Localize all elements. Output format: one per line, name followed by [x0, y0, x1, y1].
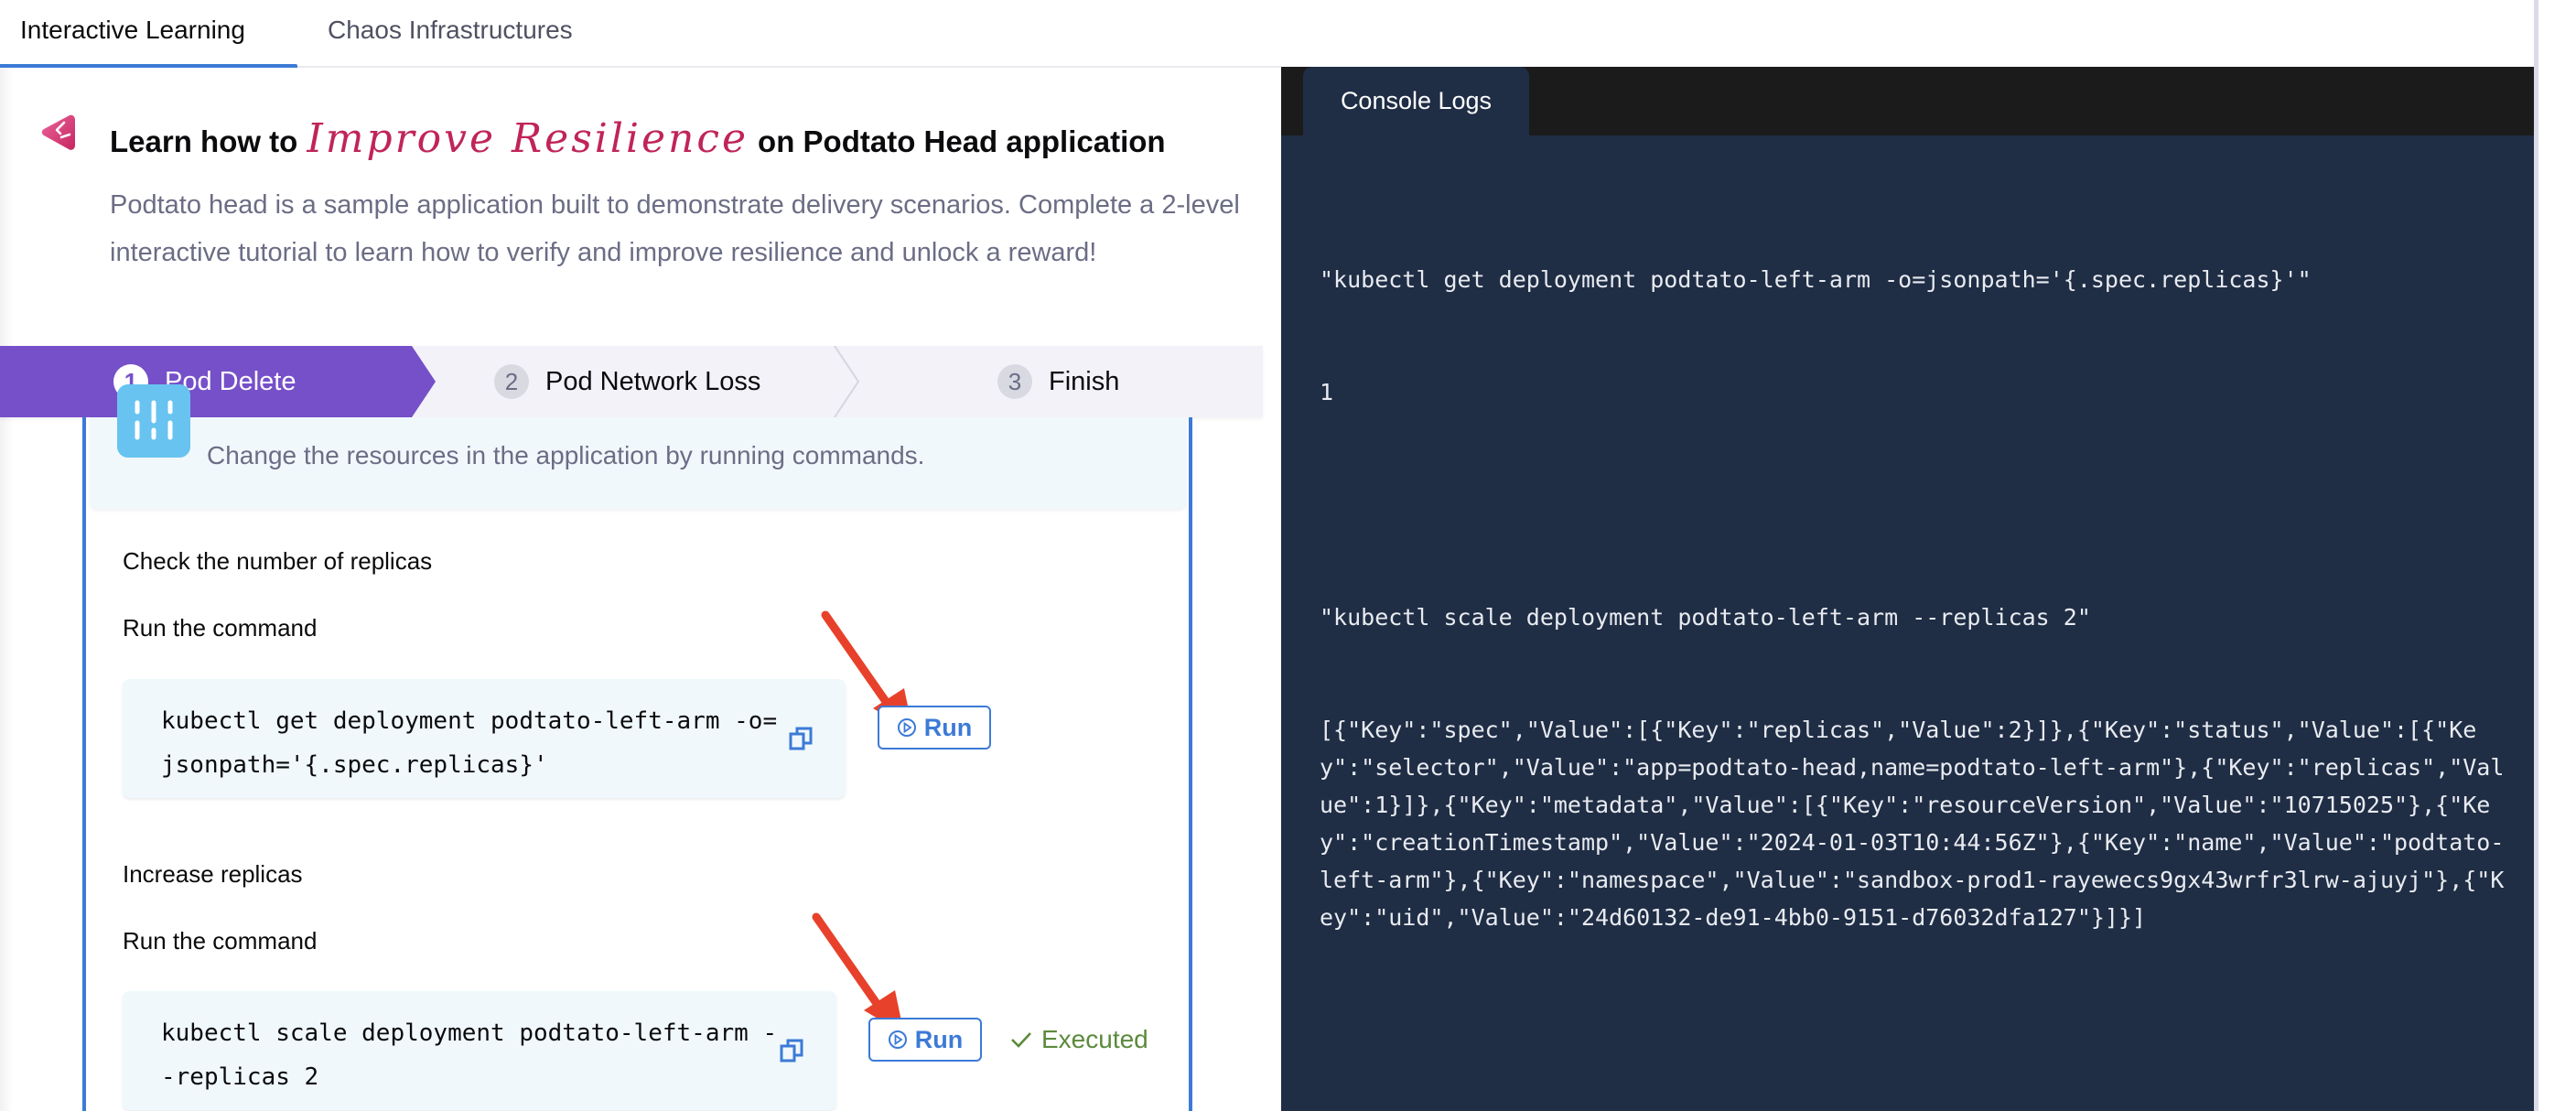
command-box: kubectl scale deployment podtato-left-ar… [123, 991, 836, 1110]
sliders-icon [117, 384, 190, 458]
tab-interactive-learning[interactable]: Interactive Learning [0, 0, 297, 68]
task-instruction: Run the command [123, 614, 318, 642]
top-tab-bar: Interactive Learning Chaos Infrastructur… [0, 0, 1281, 68]
title-highlight: Improve Resilience [307, 115, 749, 162]
page-title: Learn how to Improve Resilience on Podta… [110, 115, 1166, 162]
console-panel: Console Logs "kubectl get deployment pod… [1281, 67, 2534, 1111]
console-line: 1 [1320, 379, 1334, 405]
console-line: [{"Key":"spec","Value":[{"Key":"replicas… [1320, 717, 2505, 931]
window-edge-scrollbar[interactable] [2534, 0, 2538, 1111]
step-label: Pod Network Loss [545, 366, 761, 396]
chaos-logo-icon [41, 114, 75, 150]
task-title: Increase replicas [123, 860, 303, 888]
play-circle-icon [897, 718, 916, 737]
command-text[interactable]: kubectl scale deployment podtato-left-ar… [161, 1011, 783, 1099]
run-label: Run [914, 1025, 964, 1053]
info-text: Change the resources in the application … [207, 441, 925, 469]
step-pod-delete[interactable]: 1 Pod Delete [0, 346, 436, 417]
play-circle-icon [888, 1030, 907, 1049]
command-text[interactable]: kubectl get deployment podtato-left-arm … [161, 699, 783, 787]
step-finish[interactable]: 3 Finish [997, 346, 1119, 417]
page-description: Podtato head is a sample application bui… [110, 190, 1240, 267]
tab-chaos-infrastructures[interactable]: Chaos Infrastructures [328, 0, 573, 66]
step-pod-network-loss[interactable]: 2 Pod Network Loss [494, 346, 760, 417]
title-suffix: on Podtato Head application [758, 124, 1166, 158]
executed-status: Executed [1010, 1025, 1148, 1054]
step-number: 3 [997, 364, 1032, 399]
console-tab-bar: Console Logs [1281, 67, 2534, 135]
run-button[interactable]: Run [878, 706, 991, 750]
title-prefix: Learn how to [110, 124, 298, 158]
copy-icon[interactable] [789, 727, 813, 750]
info-banner: Change the resources in the application … [90, 384, 1187, 509]
left-edge-shadow [0, 68, 13, 1111]
step-label: Finish [1049, 366, 1120, 396]
run-label: Run [923, 713, 973, 741]
task-instruction: Run the command [123, 927, 318, 955]
step-number: 2 [494, 364, 529, 399]
console-output: "kubectl get deployment podtato-left-arm… [1320, 186, 2509, 1011]
tab-console-logs[interactable]: Console Logs [1303, 67, 1529, 135]
task-title: Check the number of replicas [123, 547, 433, 575]
checkmark-icon [1011, 1032, 1031, 1048]
executed-label: Executed [1041, 1025, 1148, 1053]
task-card: Change the resources in the application … [82, 384, 1192, 1111]
run-button[interactable]: Run [868, 1018, 982, 1062]
step-separator-chevron-icon [834, 346, 860, 417]
console-line: "kubectl scale deployment podtato-left-a… [1320, 604, 2091, 631]
copy-icon[interactable] [780, 1039, 803, 1062]
console-line: "kubectl get deployment podtato-left-arm… [1320, 266, 2312, 293]
command-box: kubectl get deployment podtato-left-arm … [123, 679, 846, 798]
